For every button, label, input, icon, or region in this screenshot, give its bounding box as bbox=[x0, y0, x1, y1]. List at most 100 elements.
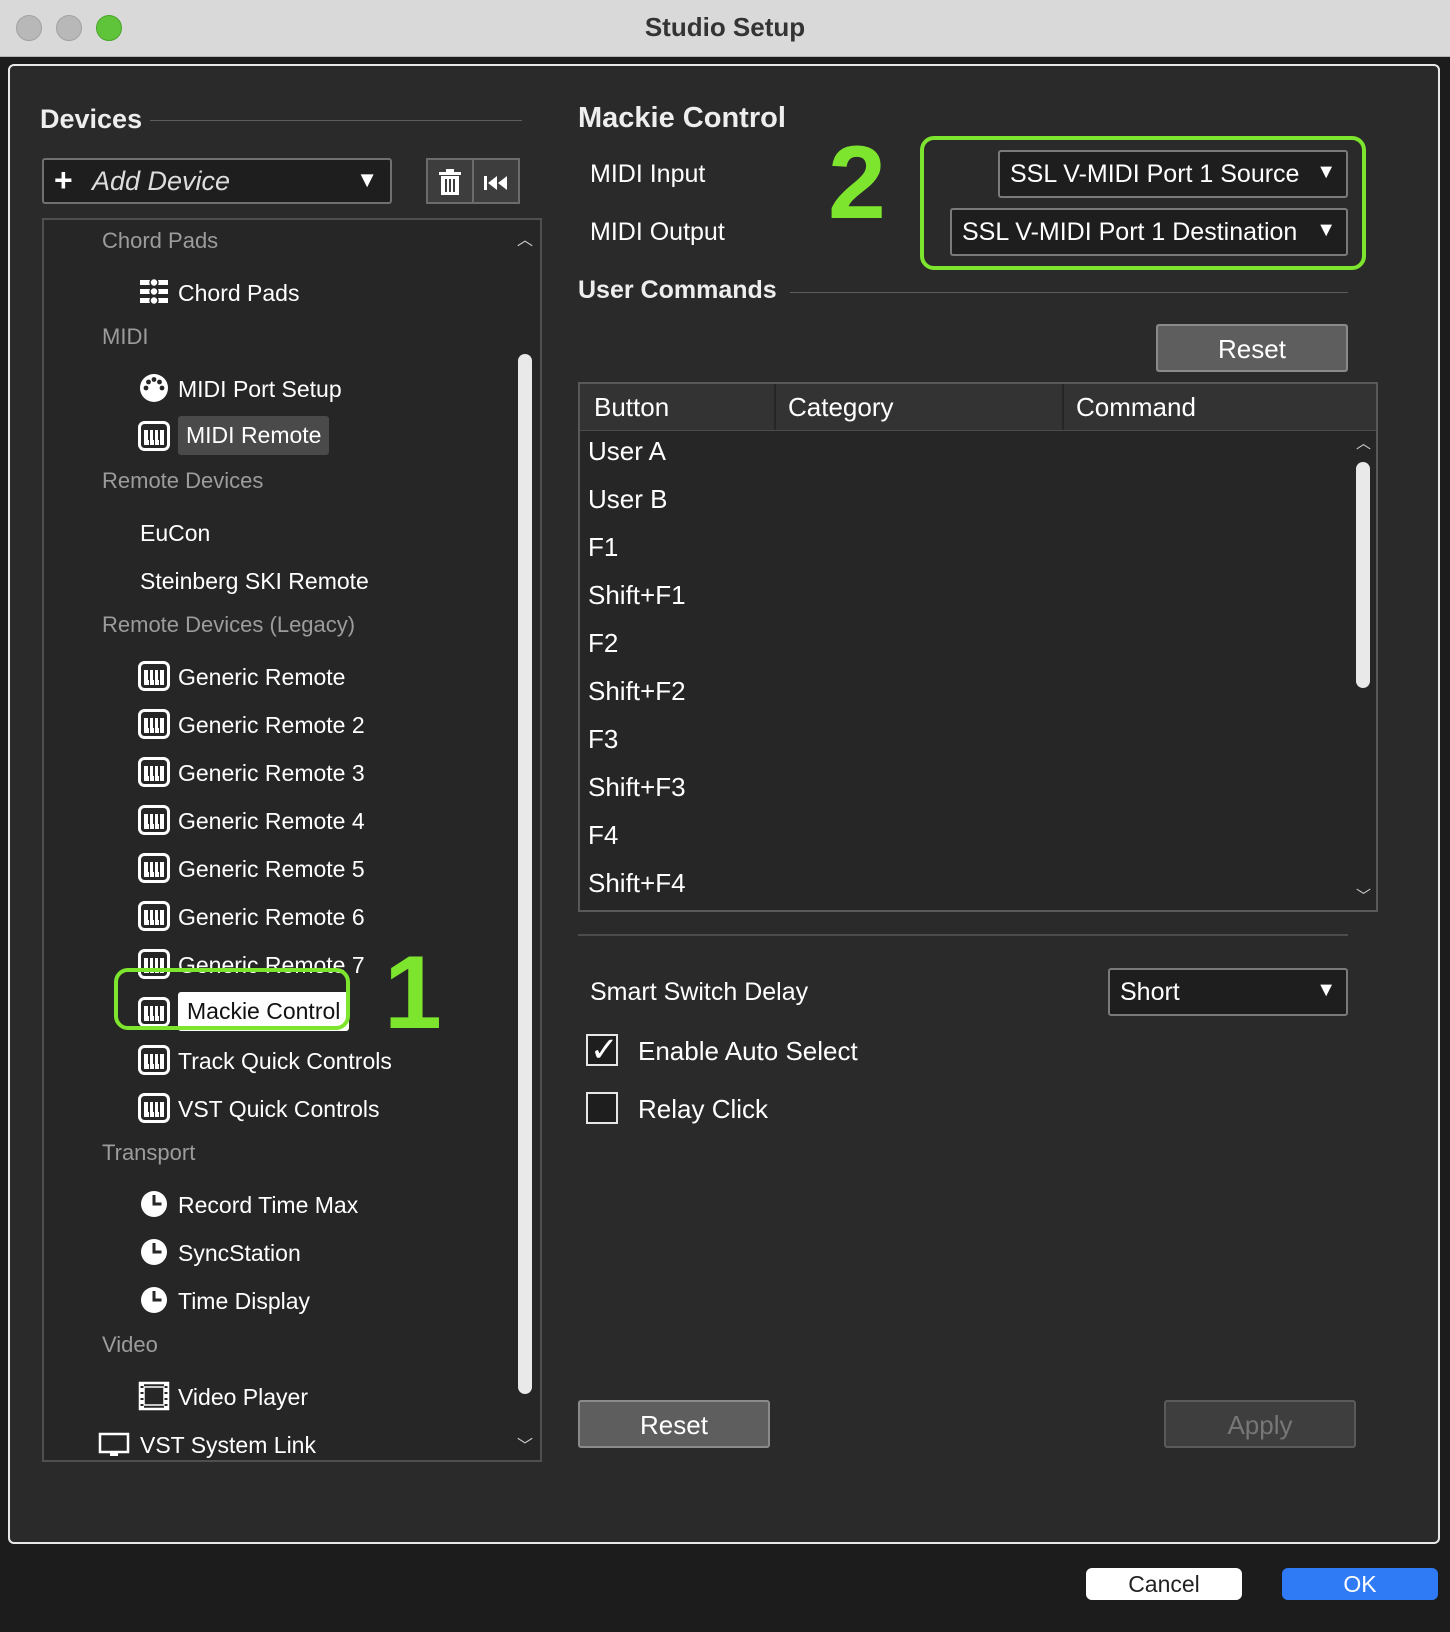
table-header: Button Category Command bbox=[580, 384, 1376, 431]
device-item-label: Record Time Max bbox=[178, 1192, 359, 1218]
device-item[interactable]: Generic Remote 2 bbox=[138, 704, 538, 744]
device-item[interactable]: Time Display bbox=[138, 1280, 538, 1320]
enable-auto-select-checkbox[interactable]: ✓ bbox=[586, 1031, 619, 1069]
device-item[interactable]: Generic Remote 4 bbox=[138, 800, 538, 840]
device-item[interactable]: EuCon bbox=[140, 512, 540, 552]
column-header-category[interactable]: Category bbox=[776, 384, 1064, 430]
ok-button[interactable]: OK bbox=[1282, 1568, 1438, 1600]
table-row[interactable]: Shift+F1 bbox=[588, 580, 686, 611]
device-item[interactable]: Generic Remote bbox=[138, 656, 538, 696]
device-item[interactable]: Generic Remote 6 bbox=[138, 896, 538, 936]
device-item-label: Track Quick Controls bbox=[178, 1048, 392, 1074]
column-header-command[interactable]: Command bbox=[1064, 384, 1376, 430]
add-device-dropdown[interactable]: + Add Device ▼ bbox=[42, 158, 392, 204]
device-item-label: SyncStation bbox=[178, 1240, 301, 1266]
remote-keys-icon bbox=[138, 421, 170, 451]
device-item[interactable]: MIDI Port Setup bbox=[138, 368, 538, 408]
smart-switch-delay-dropdown[interactable]: Short ▼ bbox=[1108, 968, 1348, 1016]
device-item[interactable]: SyncStation bbox=[138, 1232, 538, 1272]
cancel-button[interactable]: Cancel bbox=[1086, 1568, 1242, 1600]
device-item-label: VST Quick Controls bbox=[178, 1096, 380, 1122]
table-row[interactable]: Shift+F2 bbox=[588, 676, 686, 707]
chevron-down-icon[interactable]: ﹀ bbox=[1356, 885, 1371, 906]
device-item-label: Generic Remote 6 bbox=[178, 904, 365, 930]
category-header: Video bbox=[102, 1332, 158, 1357]
remote-keys-icon bbox=[138, 709, 170, 739]
device-item[interactable]: Generic Remote 5 bbox=[138, 848, 538, 888]
user-commands-reset-button[interactable]: Reset bbox=[1156, 324, 1348, 372]
relay-click-label: Relay Click bbox=[638, 1094, 769, 1124]
devices-divider bbox=[150, 120, 522, 121]
clock-icon bbox=[138, 1189, 170, 1219]
midi-output-dropdown[interactable]: SSL V-MIDI Port 1 Destination ▼ bbox=[950, 208, 1348, 256]
clock-icon bbox=[138, 1237, 170, 1267]
device-item[interactable]: VST System Link bbox=[98, 1424, 498, 1460]
device-item[interactable]: Steinberg SKI Remote bbox=[140, 560, 540, 600]
category-header: Chord Pads bbox=[102, 228, 219, 253]
device-item-label: Generic Remote 2 bbox=[178, 712, 365, 738]
table-scrollbar[interactable]: ︿ ﹀ bbox=[1350, 430, 1374, 910]
device-item-label: Chord Pads bbox=[178, 280, 300, 306]
device-item-label: EuCon bbox=[140, 520, 211, 546]
table-row[interactable]: User B bbox=[588, 484, 667, 515]
devices-heading: Devices bbox=[40, 104, 143, 134]
column-header-button[interactable]: Button bbox=[580, 384, 776, 430]
table-row[interactable]: F1 bbox=[588, 532, 618, 563]
chevron-up-icon[interactable]: ︿ bbox=[1356, 432, 1371, 453]
device-item[interactable]: Record Time Max bbox=[138, 1184, 538, 1224]
chevron-down-icon[interactable]: ﹀ bbox=[517, 1432, 533, 1456]
plus-icon: + bbox=[54, 162, 73, 198]
monitor-icon bbox=[98, 1429, 130, 1459]
remote-keys-icon bbox=[138, 1093, 170, 1123]
device-item-label: Time Display bbox=[178, 1288, 311, 1314]
clock-icon bbox=[138, 1285, 170, 1315]
midi-input-dropdown[interactable]: SSL V-MIDI Port 1 Source ▼ bbox=[998, 150, 1348, 198]
table-scroll-thumb[interactable] bbox=[1356, 462, 1370, 688]
table-row[interactable]: F3 bbox=[588, 724, 618, 755]
device-item[interactable]: VST Quick Controls bbox=[138, 1088, 538, 1128]
table-row[interactable]: Shift+F3 bbox=[588, 772, 686, 803]
table-row[interactable]: Shift+F4 bbox=[588, 868, 686, 899]
table-row[interactable]: F2 bbox=[588, 628, 618, 659]
rewind-icon bbox=[484, 176, 507, 190]
device-item[interactable]: Generic Remote 3 bbox=[138, 752, 538, 792]
annotation-number-2: 2 bbox=[828, 125, 886, 241]
smart-switch-delay-value: Short bbox=[1120, 978, 1180, 1006]
user-commands-table: Button Category Command ︿ ﹀ User A User B… bbox=[578, 382, 1378, 912]
midi-output-value: SSL V-MIDI Port 1 Destination bbox=[962, 218, 1298, 246]
device-item[interactable]: Chord Pads bbox=[138, 272, 538, 312]
midi-output-label: MIDI Output bbox=[590, 218, 725, 246]
device-item-label: MIDI Remote bbox=[178, 416, 330, 455]
table-row[interactable]: F4 bbox=[588, 820, 618, 851]
table-row[interactable]: User A bbox=[588, 436, 666, 467]
device-item[interactable]: MIDI Remote bbox=[138, 416, 538, 456]
device-item[interactable]: Track Quick Controls bbox=[138, 1040, 538, 1080]
film-icon bbox=[138, 1381, 170, 1411]
category-header: Remote Devices bbox=[102, 468, 264, 493]
window-title: Studio Setup bbox=[644, 12, 806, 42]
dropdown-arrow-icon: ▼ bbox=[356, 167, 378, 192]
reset-button[interactable]: Reset bbox=[578, 1400, 770, 1448]
highlight-box-1 bbox=[114, 968, 350, 1030]
reset-device-button[interactable] bbox=[472, 158, 520, 204]
device-item[interactable]: Video Player bbox=[138, 1376, 538, 1416]
chevron-up-icon[interactable]: ︿ bbox=[517, 226, 533, 250]
chord-pads-icon bbox=[138, 277, 170, 307]
device-item-label: Steinberg SKI Remote bbox=[140, 568, 369, 594]
device-title: Mackie Control bbox=[578, 102, 786, 134]
remove-device-button[interactable] bbox=[426, 158, 474, 204]
device-item-label: Generic Remote 3 bbox=[178, 760, 365, 786]
apply-button[interactable]: Apply bbox=[1164, 1400, 1356, 1448]
relay-click-checkbox[interactable] bbox=[586, 1092, 618, 1124]
category-header: MIDI bbox=[102, 324, 149, 349]
device-tree[interactable]: ︿ ﹀ Chord Pads Chord Pads MIDI MIDI Port Se… bbox=[42, 218, 542, 1462]
midi-port-icon bbox=[138, 373, 170, 403]
trash-icon bbox=[439, 169, 461, 195]
device-item-label: Video Player bbox=[178, 1384, 308, 1410]
enable-auto-select-label: Enable Auto Select bbox=[638, 1036, 858, 1066]
remote-keys-icon bbox=[138, 661, 170, 691]
checkmark-icon: ✓ bbox=[590, 1031, 619, 1069]
remote-keys-icon bbox=[138, 757, 170, 787]
midi-input-value: SSL V-MIDI Port 1 Source bbox=[1010, 160, 1300, 188]
smart-switch-delay-label: Smart Switch Delay bbox=[590, 978, 809, 1006]
